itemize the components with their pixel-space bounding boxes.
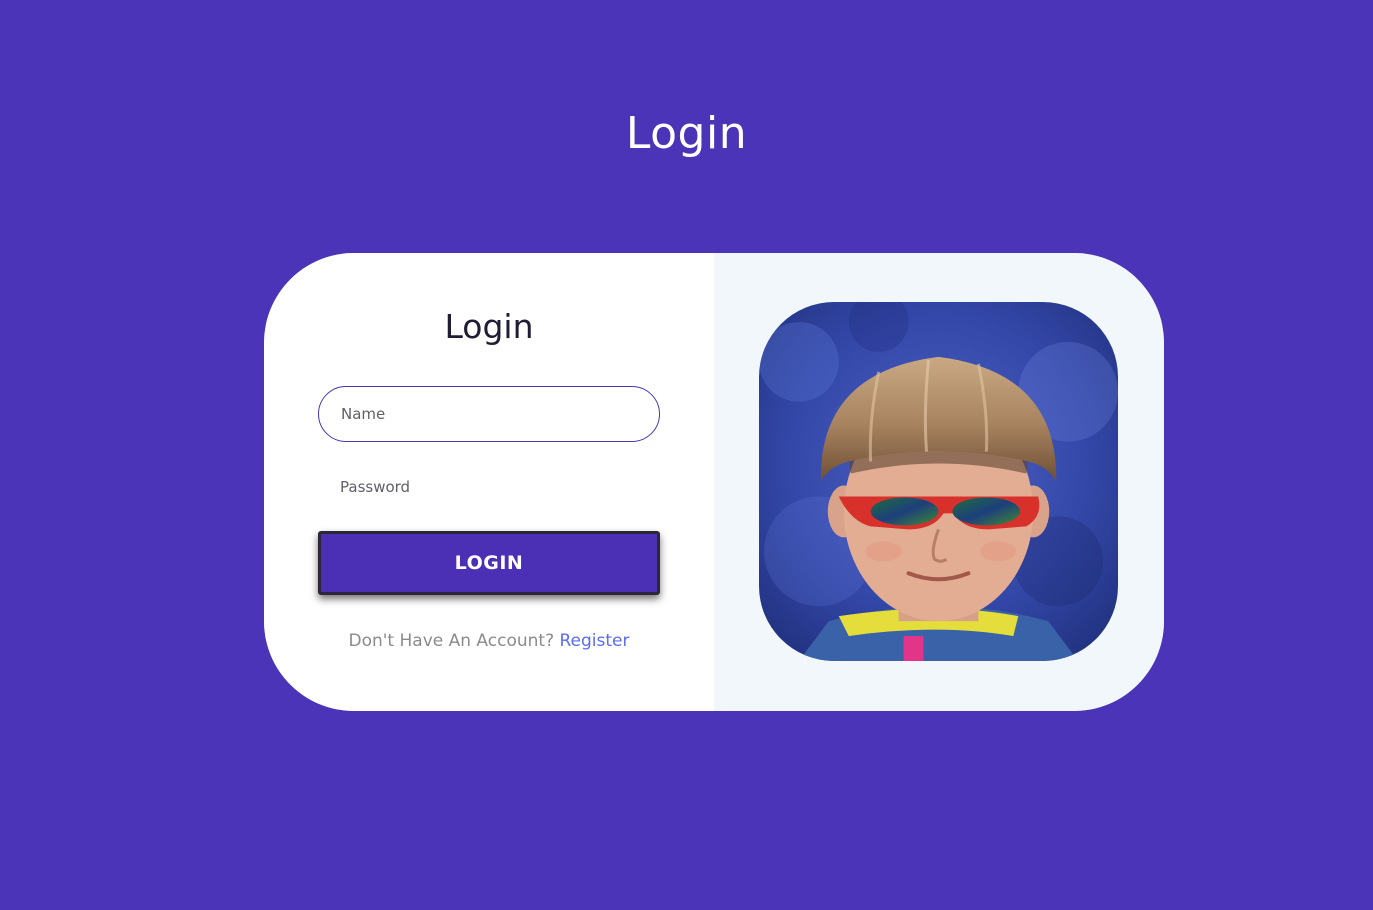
login-button[interactable]: LOGIN: [318, 531, 660, 595]
no-account-text: Don't Have An Account?: [348, 631, 555, 651]
profile-photo-illustration: [759, 302, 1118, 661]
page-title: Login: [625, 108, 748, 159]
password-input[interactable]: [318, 459, 660, 515]
form-title: Login: [444, 307, 534, 346]
register-link[interactable]: Register: [560, 631, 630, 651]
login-card: Login LOGIN Don't Have An Account? Regis…: [264, 253, 1164, 711]
register-prompt: Don't Have An Account? Register: [264, 631, 714, 651]
profile-image: [759, 302, 1118, 661]
name-input[interactable]: [318, 386, 660, 442]
login-form-panel: Login LOGIN Don't Have An Account? Regis…: [264, 253, 714, 711]
image-panel: [714, 253, 1164, 711]
